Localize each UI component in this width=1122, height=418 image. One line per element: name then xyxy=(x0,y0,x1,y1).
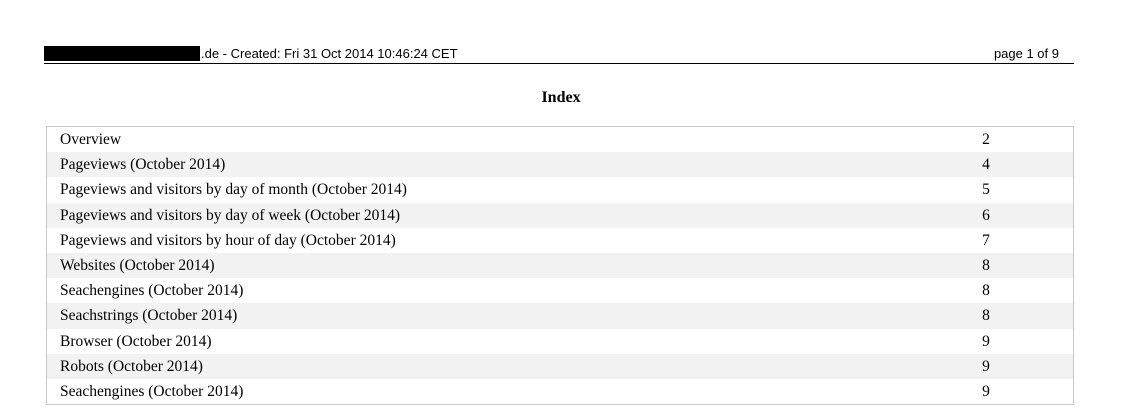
index-row[interactable]: Browser (October 2014) 9 xyxy=(47,329,1073,354)
index-row[interactable]: Pageviews and visitors by hour of day (O… xyxy=(47,228,1073,253)
page-number: page 1 of 9 xyxy=(993,46,1059,61)
index-row[interactable]: Overview 2 xyxy=(47,127,1073,152)
index-row[interactable]: Pageviews and visitors by day of week (O… xyxy=(47,202,1073,228)
index-table: Overview 2 Pageviews (October 2014) 4 Pa… xyxy=(46,126,1074,406)
index-entry-title: Pageviews and visitors by day of week (O… xyxy=(60,206,401,224)
index-entry-title: Pageviews (October 2014) xyxy=(60,156,226,174)
index-entry-page: 5 xyxy=(982,181,990,199)
index-entry-page: 7 xyxy=(982,231,990,249)
index-entry-page: 8 xyxy=(982,256,990,274)
index-entry-title: Websites (October 2014) xyxy=(60,256,215,274)
index-entry-title: Pageviews and visitors by hour of day (O… xyxy=(60,231,396,249)
index-row[interactable]: Seachstrings (October 2014) 8 xyxy=(47,303,1073,329)
index-entry-page: 4 xyxy=(982,156,990,174)
created-timestamp: .de - Created: Fri 31 Oct 2014 10:46:24 … xyxy=(201,46,458,61)
page-header: .de - Created: Fri 31 Oct 2014 10:46:24 … xyxy=(44,44,1074,64)
index-entry-page: 9 xyxy=(982,382,990,400)
index-entry-title: Overview xyxy=(60,131,122,148)
index-entry-title: Seachstrings (October 2014) xyxy=(60,307,238,325)
index-row[interactable]: Robots (October 2014) 9 xyxy=(47,353,1073,379)
index-entry-page: 2 xyxy=(982,131,990,148)
index-entry-title: Seachengines (October 2014) xyxy=(60,382,244,400)
index-entry-page: 9 xyxy=(982,332,990,350)
index-entry-title: Seachengines (October 2014) xyxy=(60,282,244,300)
index-entry-title: Browser (October 2014) xyxy=(60,332,212,350)
index-entry-title: Pageviews and visitors by day of month (… xyxy=(60,181,407,199)
index-entry-title: Robots (October 2014) xyxy=(60,357,203,375)
index-title: Index xyxy=(541,89,581,106)
index-row[interactable]: Websites (October 2014) 8 xyxy=(47,252,1073,279)
redacted-domain-block xyxy=(44,46,200,61)
index-entry-page: 6 xyxy=(982,206,990,224)
index-entry-page: 8 xyxy=(982,307,990,325)
index-entry-page: 8 xyxy=(982,282,990,300)
index-entry-page: 9 xyxy=(982,357,990,375)
index-row[interactable]: Seachengines (October 2014) 8 xyxy=(47,278,1073,303)
index-row[interactable]: Pageviews and visitors by day of month (… xyxy=(47,177,1073,202)
index-row[interactable]: Seachengines (October 2014) 9 xyxy=(47,379,1073,404)
index-row[interactable]: Pageviews (October 2014) 4 xyxy=(47,152,1073,178)
